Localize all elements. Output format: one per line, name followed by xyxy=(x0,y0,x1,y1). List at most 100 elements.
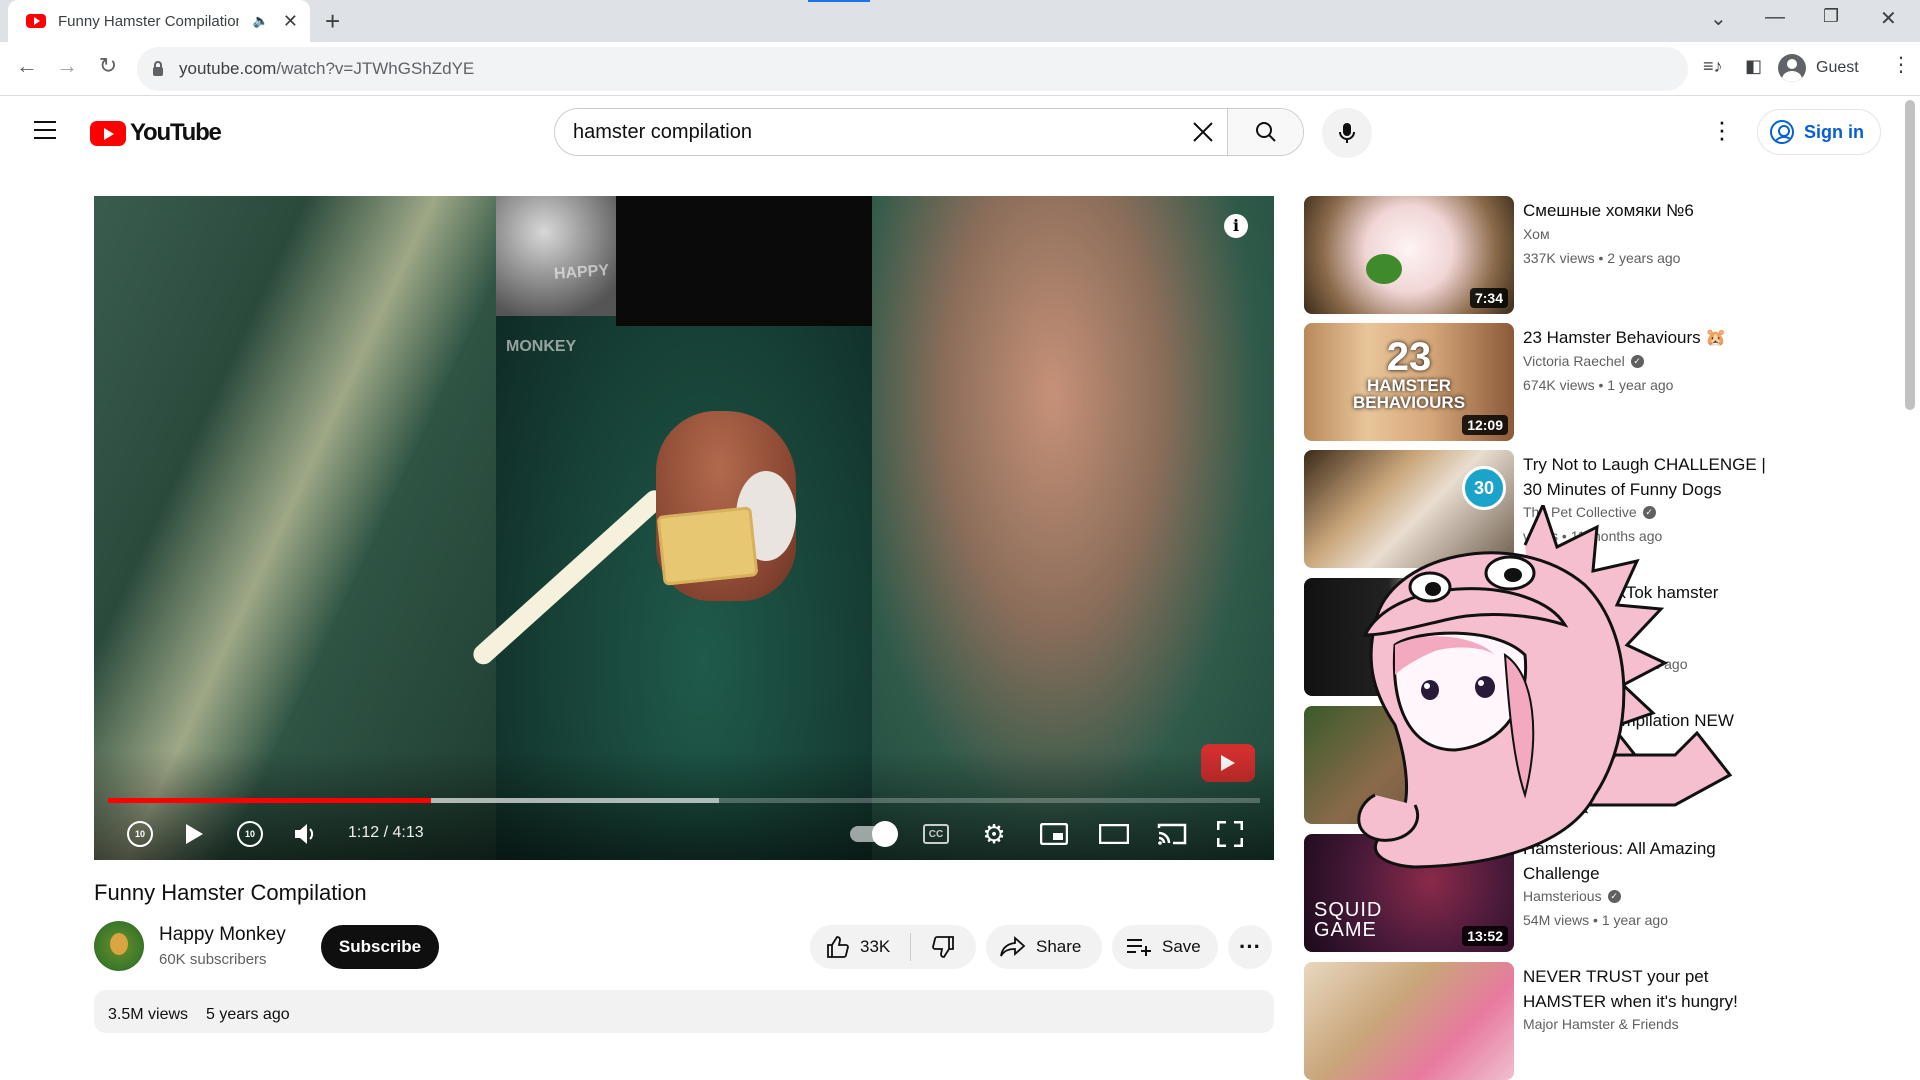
search-input[interactable] xyxy=(555,109,1179,155)
guest-avatar-icon xyxy=(1778,54,1806,82)
recommendation-item[interactable]: 7:34 Смешные хомяки №6 Хом 337K views • … xyxy=(1304,196,1784,314)
captions-button[interactable]: CC xyxy=(916,816,956,852)
tab-audio-icon[interactable]: 🔈 xyxy=(253,13,269,29)
clear-search-icon[interactable] xyxy=(1179,109,1227,155)
settings-button[interactable]: ⚙ xyxy=(974,816,1014,852)
recommendation-channel: Major Hamster & Friends xyxy=(1523,1016,1679,1032)
new-tab-button[interactable]: + xyxy=(325,6,340,37)
thumbnail-word-1: HAMSTER xyxy=(1366,376,1452,395)
fullscreen-button[interactable] xyxy=(1210,816,1250,852)
cast-icon xyxy=(1157,823,1187,845)
settings-kebab-icon[interactable]: · · · xyxy=(1712,108,1732,150)
save-button[interactable]: Save xyxy=(1112,925,1218,969)
lock-icon xyxy=(153,60,163,76)
forward-10-button[interactable]: 10 xyxy=(232,816,268,852)
thumbnail-number: 23 xyxy=(1386,335,1432,379)
reload-button[interactable]: ↻ xyxy=(93,53,123,79)
dislike-button[interactable] xyxy=(911,935,975,959)
media-control-icon[interactable]: ≡♪ xyxy=(1703,56,1723,77)
thumbnail-word-2: GAME xyxy=(1314,919,1377,941)
theater-mode-button[interactable] xyxy=(1094,816,1134,852)
browser-tabstrip: Funny Hamster Compilation 🔈 ✕ + ⌄ — ❐ ✕ xyxy=(0,0,1920,42)
minimize-button[interactable]: — xyxy=(1765,6,1785,29)
browser-tab-active[interactable]: Funny Hamster Compilation 🔈 ✕ xyxy=(8,0,310,42)
rewind-10-button[interactable]: 10 xyxy=(122,816,158,852)
recommendation-channel: Хом xyxy=(1523,226,1550,242)
back-button[interactable]: ← xyxy=(12,53,42,79)
recommendation-thumbnail[interactable]: 23 HAMSTER BEHAVIOURS 12:09 xyxy=(1304,323,1514,441)
recommendation-thumbnail[interactable] xyxy=(1304,962,1514,1080)
description-box[interactable]: 3.5M views 5 years ago xyxy=(94,990,1274,1033)
more-actions-button[interactable]: ··· xyxy=(1228,925,1272,969)
channel-label: Major Hamster & Friends xyxy=(1523,1016,1679,1032)
address-bar[interactable]: youtube.com/watch?v=JTWhGShZdYE xyxy=(137,47,1688,91)
duration-badge: 13:52 xyxy=(1462,926,1508,946)
play-icon xyxy=(186,824,203,844)
played-bar xyxy=(108,798,431,803)
tab-search-chevron-icon[interactable]: ⌄ xyxy=(1710,6,1727,31)
age-label: 1 year ago xyxy=(1607,377,1674,393)
gear-icon: ⚙ xyxy=(982,818,1006,849)
more-horizontal-icon: ··· xyxy=(1239,934,1261,959)
age-label: 1 year ago xyxy=(1601,912,1668,928)
recommendation-title: NEVER TRUST your pet HAMSTER when it's h… xyxy=(1523,967,1738,1011)
recommendation-channel: Victoria Raechel ✓ xyxy=(1523,353,1644,369)
age-label: 2 years ago xyxy=(1607,250,1681,266)
miniplayer-icon xyxy=(1040,823,1068,845)
channel-label: Victoria Raechel xyxy=(1523,353,1625,369)
restore-button[interactable]: ❐ xyxy=(1823,6,1839,27)
wooden-stick xyxy=(469,486,669,669)
upload-age: 5 years ago xyxy=(206,1006,290,1023)
info-icon[interactable]: i xyxy=(1224,214,1248,238)
duration-badge: 12:09 xyxy=(1462,415,1508,435)
watermark-monkey: MONKEY xyxy=(506,338,577,355)
channel-name[interactable]: Happy Monkey xyxy=(159,924,286,946)
cracker xyxy=(656,506,759,586)
video-player[interactable]: HAPPY MONKEY i 10 10 1:12 / 4:13 CC ⚙ xyxy=(94,196,1274,860)
autoplay-toggle[interactable] xyxy=(846,816,898,852)
volume-button[interactable] xyxy=(288,816,324,852)
browser-menu-icon[interactable]: ⋮ xyxy=(1891,52,1911,77)
youtube-favicon-icon xyxy=(26,14,46,28)
subscribe-button[interactable]: Subscribe xyxy=(321,925,439,969)
recommendation-item[interactable]: 23 HAMSTER BEHAVIOURS 12:09 23 Hamster B… xyxy=(1304,323,1784,441)
verified-check-icon: ✓ xyxy=(1607,889,1621,903)
like-count: 33K xyxy=(860,937,891,956)
close-window-button[interactable]: ✕ xyxy=(1880,6,1897,31)
search-box xyxy=(554,108,1304,156)
share-label: Share xyxy=(1036,937,1082,956)
tab-close-icon[interactable]: ✕ xyxy=(283,11,298,32)
recommendation-meta: 674K views • 1 year ago xyxy=(1523,377,1674,393)
like-button[interactable]: 33K xyxy=(810,935,910,959)
video-frame-shadow xyxy=(616,196,872,326)
url-domain: youtube.com xyxy=(179,59,277,78)
youtube-logo[interactable]: YouTube xyxy=(90,119,222,147)
thumbnail-word-1: SQUID xyxy=(1314,899,1383,921)
browser-toolbar: ← → ↻ youtube.com/watch?v=JTWhGShZdYE ≡♪… xyxy=(0,42,1920,96)
thumbnail-word-2: BEHAVIOURS xyxy=(1352,393,1466,412)
channel-label: Hamsterious xyxy=(1523,888,1602,904)
pink-dinosaur-sticker xyxy=(1357,505,1733,869)
profile-button[interactable]: Guest xyxy=(1778,50,1859,86)
recommendation-item[interactable]: NEVER TRUST your pet HAMSTER when it's h… xyxy=(1304,962,1784,1080)
play-button[interactable] xyxy=(176,816,212,852)
share-button[interactable]: Share xyxy=(986,925,1102,969)
search-button[interactable] xyxy=(1227,109,1303,155)
save-label: Save xyxy=(1162,937,1201,956)
forward-button[interactable]: → xyxy=(52,53,82,79)
recommendation-meta: 54M views • 1 year ago xyxy=(1523,912,1668,928)
recommendation-meta: 337K views • 2 years ago xyxy=(1523,250,1681,266)
channel-avatar[interactable] xyxy=(94,921,144,971)
miniplayer-button[interactable] xyxy=(1034,816,1074,852)
guide-menu-icon[interactable] xyxy=(34,121,56,145)
share-icon xyxy=(1000,936,1026,957)
thumbnail-badge: 30 xyxy=(1462,466,1506,510)
progress-bar[interactable] xyxy=(108,798,1260,803)
recommendation-thumbnail[interactable]: 7:34 xyxy=(1304,196,1514,314)
side-panel-icon[interactable]: ◧ xyxy=(1745,56,1762,77)
cast-button[interactable] xyxy=(1152,816,1192,852)
page-scrollbar[interactable] xyxy=(1905,100,1915,410)
voice-search-button[interactable] xyxy=(1322,108,1372,158)
sign-in-button[interactable]: Sign in xyxy=(1757,109,1881,155)
thumbs-up-icon xyxy=(827,936,849,958)
